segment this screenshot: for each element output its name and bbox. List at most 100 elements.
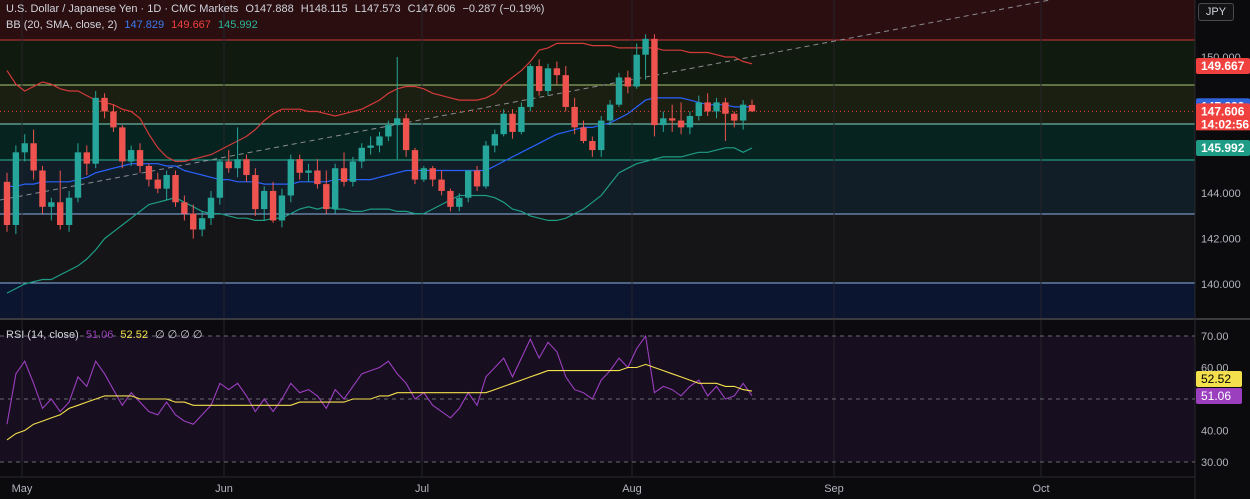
ohlc-low: L147.573 — [354, 3, 401, 15]
candle-body-4 — [39, 170, 46, 207]
time-label-aug: Aug — [622, 483, 642, 495]
candle-body-61 — [544, 68, 552, 92]
candle-19 — [172, 170, 179, 207]
candle-body-49 — [438, 179, 445, 191]
candle-body-25 — [225, 161, 232, 169]
candle-47 — [420, 165, 428, 182]
rsi-tag-1: 51.06 — [1196, 388, 1242, 404]
candle-body-9 — [83, 152, 91, 164]
candle-body-44 — [394, 118, 401, 126]
candle-body-51 — [456, 197, 463, 207]
candle-body-48 — [429, 168, 436, 180]
candle-body-67 — [598, 120, 605, 151]
candle-body-3 — [30, 143, 37, 171]
price-tick-2: 144.000 — [1201, 188, 1241, 200]
ohlc-open: O147.888 — [245, 3, 294, 15]
candle-body-66 — [589, 140, 596, 151]
candle-body-83 — [739, 104, 747, 121]
candle-body-64 — [571, 106, 578, 128]
candle-body-71 — [633, 54, 640, 87]
candle-body-69 — [615, 77, 623, 105]
price-tag-label-4: 145.992 — [1201, 141, 1245, 155]
symbol-title: U.S. Dollar / Japanese Yen · 1D · CMC Ma… — [6, 3, 239, 15]
candle-body-39 — [349, 161, 357, 182]
candle-body-15 — [136, 150, 144, 166]
candle-body-56 — [500, 113, 507, 135]
price-tag-4: 145.992 — [1196, 139, 1250, 156]
candle-1 — [12, 145, 20, 235]
candle-body-16 — [145, 165, 153, 180]
candle-10 — [92, 91, 99, 169]
zone-olive — [0, 40, 1195, 85]
candle-body-60 — [535, 66, 543, 92]
price-tag-0: 149.667 — [1196, 58, 1250, 74]
candle-58 — [518, 102, 525, 135]
price-tag-3: 14:02:56 — [1196, 117, 1250, 131]
candle-body-21 — [190, 213, 197, 230]
candle-body-22 — [198, 218, 206, 230]
candle-body-65 — [580, 127, 587, 141]
candle-body-73 — [651, 38, 658, 126]
time-label-jul: Jul — [415, 483, 429, 495]
candle-body-14 — [127, 150, 135, 162]
time-label-oct: Oct — [1032, 483, 1049, 495]
candle-body-6 — [57, 202, 64, 225]
candle-body-59 — [527, 66, 534, 107]
candle-body-30 — [269, 190, 277, 221]
time-label-may: May — [12, 483, 33, 495]
candle-body-72 — [642, 38, 649, 55]
candle-59 — [527, 63, 534, 112]
candle-32 — [287, 154, 295, 203]
candle-body-70 — [624, 77, 632, 87]
candle-body-54 — [482, 145, 490, 187]
candle-73 — [651, 34, 658, 137]
ohlc-close: C147.606 — [407, 3, 456, 15]
candle-body-45 — [402, 118, 410, 151]
zone-dark — [0, 214, 1195, 283]
price-tag-label-0: 149.667 — [1201, 59, 1245, 73]
candle-body-7 — [65, 197, 73, 225]
candle-body-10 — [92, 97, 99, 164]
candle-61 — [544, 63, 552, 96]
rsi-tag-label-0: 52.52 — [1201, 372, 1231, 386]
time-label-sep: Sep — [824, 483, 844, 495]
time-label-jun: Jun — [215, 483, 233, 495]
candle-body-43 — [385, 125, 392, 137]
rsi-tick-2: 40.00 — [1201, 426, 1229, 438]
zone-navy — [0, 283, 1195, 318]
candle-body-80 — [713, 102, 720, 112]
candle-body-75 — [668, 118, 676, 121]
candle-body-38 — [340, 168, 348, 182]
candle-28 — [252, 168, 259, 216]
candle-body-37 — [331, 168, 339, 210]
candle-body-53 — [473, 170, 481, 187]
ohlc-high: H148.115 — [300, 3, 348, 15]
chart-canvas[interactable]: 150.000146.000144.000142.000140.00070.00… — [0, 0, 1250, 499]
candle-body-33 — [296, 159, 303, 173]
candle-body-52 — [464, 170, 472, 198]
bb-legend: BB (20, SMA, close, 2) 147.829 149.667 1… — [6, 18, 262, 32]
candle-body-41 — [367, 145, 374, 148]
candle-body-34 — [305, 170, 312, 173]
currency-button[interactable]: JPY — [1198, 3, 1234, 21]
candle-body-13 — [119, 127, 126, 162]
candle-body-84 — [748, 104, 756, 112]
rsi-tag-0: 52.52 — [1196, 371, 1242, 387]
candle-body-55 — [491, 134, 498, 146]
candle-body-77 — [686, 116, 694, 128]
candle-body-2 — [21, 143, 28, 153]
candle-body-63 — [562, 75, 569, 107]
candle-body-50 — [447, 190, 454, 207]
price-tag-label-2: 147.606 — [1201, 104, 1245, 118]
rsi-tick-3: 30.00 — [1201, 457, 1229, 469]
candle-body-36 — [323, 184, 330, 210]
candle-body-74 — [660, 118, 667, 126]
candle-4 — [39, 165, 46, 214]
candle-body-20 — [181, 202, 188, 214]
price-tick-3: 142.000 — [1201, 234, 1241, 246]
zone-teal — [0, 124, 1195, 160]
candle-46 — [411, 147, 419, 185]
candle-54 — [482, 140, 490, 189]
symbol-header: U.S. Dollar / Japanese Yen · 1D · CMC Ma… — [6, 2, 548, 16]
bb-upper-value: 149.667 — [171, 19, 211, 31]
